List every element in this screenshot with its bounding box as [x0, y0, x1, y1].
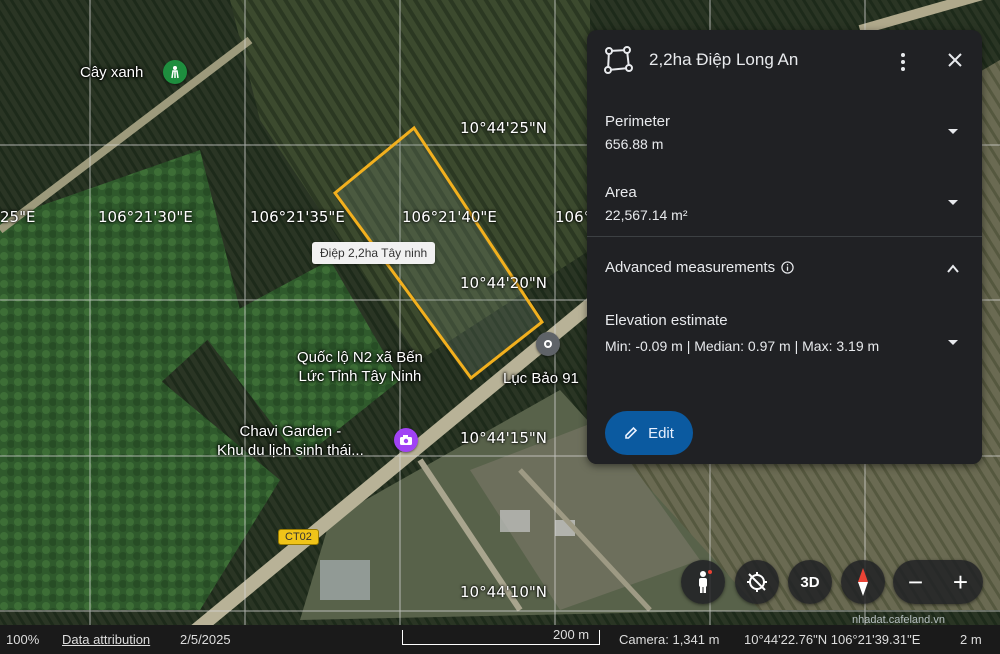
close-icon[interactable]: [941, 46, 969, 74]
compass-button[interactable]: [841, 560, 885, 604]
3d-toggle-label: 3D: [800, 573, 820, 591]
area-label: Area: [605, 184, 637, 201]
zoom-in-button[interactable]: +: [938, 560, 983, 604]
zoom-control: − +: [893, 560, 983, 604]
area-dropdown-icon[interactable]: [946, 195, 960, 209]
elevation-dropdown-icon[interactable]: [946, 335, 960, 349]
info-icon[interactable]: [781, 261, 794, 274]
place-label-quoc-lo-line1: Quốc lộ N2 xã Bến: [297, 349, 423, 366]
road-badge-ct02: CT02: [278, 529, 319, 545]
pegman-icon: [699, 570, 712, 593]
elevation-value: Min: -0.09 m | Median: 0.97 m | Max: 3.1…: [605, 338, 880, 354]
lon-label-3: 106°21'35"E: [250, 208, 345, 226]
lon-label-1: 25"E: [0, 208, 36, 226]
lat-label-1: 10°44'25"N: [460, 119, 548, 137]
measurement-panel: 2,2ha Điệp Long An Perimeter 656.88 m Ar…: [587, 30, 982, 464]
camera-pin-icon[interactable]: [394, 428, 418, 452]
pencil-icon: [625, 426, 638, 439]
polygon-tooltip: Điệp 2,2ha Tây ninh: [312, 242, 436, 264]
perimeter-dropdown-icon[interactable]: [946, 124, 960, 138]
cursor-coordinates: 10°44'22.76"N 106°21'39.31"E: [744, 632, 921, 647]
lat-label-3: 10°44'15"N: [460, 429, 548, 447]
zoom-out-button[interactable]: −: [893, 560, 938, 604]
panel-header: 2,2ha Điệp Long An: [587, 30, 982, 90]
park-pin-icon[interactable]: [163, 60, 187, 84]
place-label-quoc-lo[interactable]: Quốc lộ N2 xã Bến Lức Tỉnh Tây Ninh: [297, 348, 423, 386]
panel-divider: [587, 236, 982, 237]
3d-toggle-button[interactable]: 3D: [788, 560, 832, 604]
load-progress: 100%: [6, 632, 40, 647]
area-value: 22,567.14 m²: [605, 207, 688, 223]
place-label-luc-bao[interactable]: Lục Bảo 91: [503, 369, 579, 388]
area-row[interactable]: Area 22,567.14 m²: [605, 184, 964, 223]
place-label-cay-xanh[interactable]: Cây xanh: [80, 63, 143, 82]
scale-bar: [402, 630, 600, 645]
place-label-quoc-lo-line2: Lức Tỉnh Tây Ninh: [298, 368, 422, 385]
data-attribution-link[interactable]: Data attribution: [62, 632, 150, 647]
advanced-measurements-label: Advanced measurements: [605, 259, 776, 276]
reset-orientation-button[interactable]: [735, 560, 779, 604]
pegman-button[interactable]: [681, 560, 725, 604]
perimeter-row[interactable]: Perimeter 656.88 m: [605, 113, 964, 152]
lat-label-4: 10°44'10"N: [460, 583, 548, 601]
perimeter-label: Perimeter: [605, 113, 671, 130]
edit-button[interactable]: Edit: [605, 411, 693, 455]
chevron-up-icon[interactable]: [946, 262, 960, 276]
elevation-row[interactable]: Elevation estimate Min: -0.09 m | Median…: [605, 312, 964, 357]
compass-icon: [858, 568, 868, 596]
place-label-chavi-line2: Khu du lịch sinh thái...: [217, 442, 364, 459]
location-pin-icon[interactable]: [536, 332, 560, 356]
place-label-chavi-line1: Chavi Garden -: [239, 423, 342, 440]
panel-title: 2,2ha Điệp Long An: [649, 50, 799, 69]
advanced-measurements-header[interactable]: Advanced measurements: [605, 259, 794, 276]
lon-label-4: 106°21'40"E: [402, 208, 497, 226]
edit-button-label: Edit: [648, 424, 674, 442]
rotate-off-icon: [747, 572, 767, 592]
ground-elevation: 2 m: [960, 632, 982, 647]
perimeter-value: 656.88 m: [605, 136, 664, 152]
elevation-label: Elevation estimate: [605, 312, 728, 329]
imagery-date: 2/5/2025: [180, 632, 231, 647]
lon-label-2: 106°21'30"E: [98, 208, 193, 226]
lat-label-2: 10°44'20"N: [460, 274, 548, 292]
more-options-icon[interactable]: [889, 48, 917, 76]
place-label-chavi-garden[interactable]: Chavi Garden - Khu du lịch sinh thái...: [217, 422, 364, 460]
polygon-icon: [603, 46, 633, 79]
camera-altitude: Camera: 1,341 m: [619, 632, 720, 647]
